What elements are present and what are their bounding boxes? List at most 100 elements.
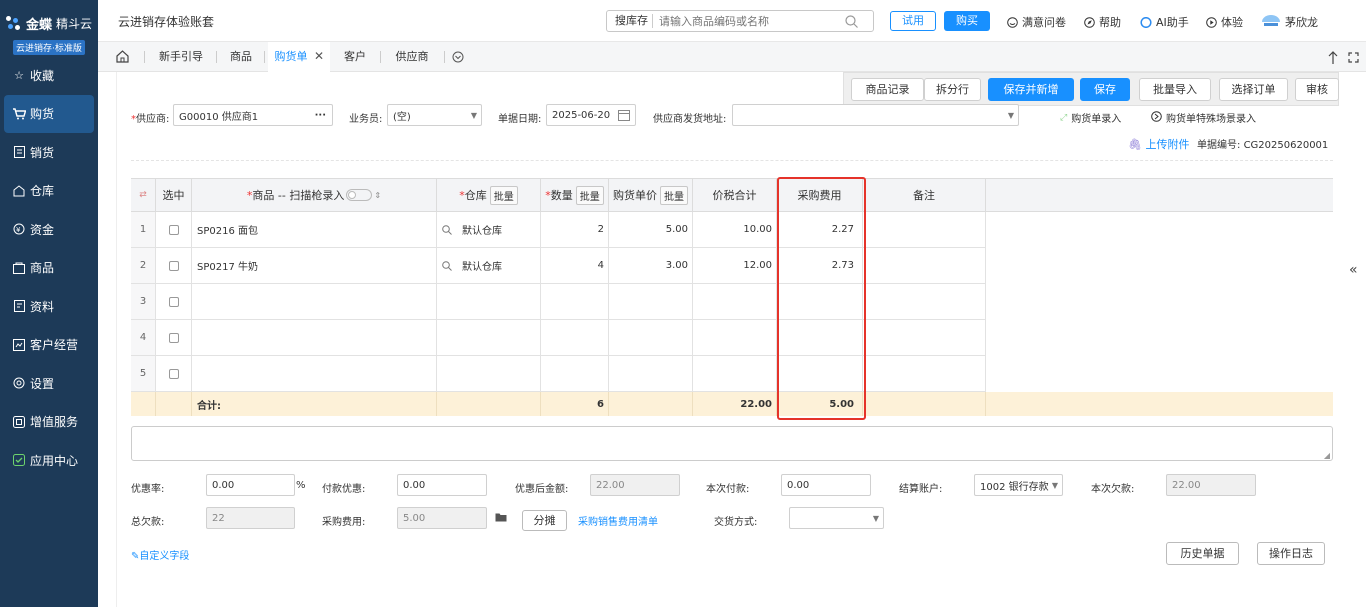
search-type-select[interactable]: 搜库存 xyxy=(607,14,653,28)
cell-goods[interactable]: SP0217 牛奶 xyxy=(192,248,437,284)
delivery-select[interactable]: ▼ xyxy=(789,507,884,529)
upload-attachment-link[interactable]: 🖇 上传附件 xyxy=(1128,136,1189,152)
cell-qty[interactable]: 2 xyxy=(541,212,609,248)
save-and-new-button[interactable]: 保存并新增 xyxy=(988,78,1074,101)
cell-goods[interactable] xyxy=(192,284,437,320)
cell-warehouse[interactable] xyxy=(437,284,541,320)
arrow-up-icon[interactable] xyxy=(1328,51,1338,67)
tab-goods[interactable]: 商品 xyxy=(222,42,260,72)
cell-total[interactable] xyxy=(693,284,777,320)
collapse-icon[interactable]: « xyxy=(1349,262,1358,278)
cell-warehouse[interactable] xyxy=(437,356,541,392)
account-select[interactable]: 1002 银行存款 ▼ xyxy=(974,474,1063,496)
cell-goods[interactable] xyxy=(192,356,437,392)
cell-total[interactable] xyxy=(693,356,777,392)
qty-batch-button[interactable]: 批量 xyxy=(575,185,604,205)
date-field[interactable]: 2025-06-20 xyxy=(546,104,636,126)
row-checkbox[interactable] xyxy=(168,332,179,343)
warehouse-batch-button[interactable]: 批量 xyxy=(489,185,518,205)
search-icon[interactable] xyxy=(442,224,452,235)
cell-goods[interactable]: SP0216 面包 xyxy=(192,212,437,248)
salesman-select[interactable]: (空) ▼ xyxy=(387,104,482,126)
cell-warehouse[interactable]: 默认仓库 xyxy=(437,212,541,248)
oplog-button[interactable]: 操作日志 xyxy=(1257,542,1325,565)
purchase-entry-link[interactable]: ⤢ 购货单录入 xyxy=(1060,110,1121,126)
row-checkbox[interactable] xyxy=(168,296,179,307)
resize-handle-icon[interactable]: ◢ xyxy=(1324,451,1330,460)
cell-goods[interactable] xyxy=(192,320,437,356)
sidebar-item-purchase[interactable]: 购货 xyxy=(4,94,94,133)
cell-qty[interactable]: 4 xyxy=(541,248,609,284)
sidebar-item-sales[interactable]: 销货 xyxy=(0,133,98,172)
cell-blank[interactable] xyxy=(863,284,986,320)
row-settings-header[interactable]: ⇄ xyxy=(131,178,156,212)
tab-customer[interactable]: 客户 xyxy=(336,42,374,72)
cell-blank[interactable] xyxy=(863,356,986,392)
save-button[interactable]: 保存 xyxy=(1080,78,1130,101)
cell-chk[interactable] xyxy=(156,320,192,356)
tab-home[interactable] xyxy=(110,42,134,72)
row-checkbox[interactable] xyxy=(168,260,179,271)
cell-total[interactable] xyxy=(693,320,777,356)
cell-chk[interactable] xyxy=(156,248,192,284)
fullscreen-icon[interactable] xyxy=(1348,52,1359,66)
remark-textarea[interactable]: ◢ xyxy=(131,426,1333,461)
this-pay-field[interactable]: 0.00 xyxy=(781,474,871,496)
row-checkbox[interactable] xyxy=(168,368,179,379)
cell-price[interactable] xyxy=(609,284,693,320)
buy-button[interactable]: 购买 xyxy=(944,11,990,31)
cell-price[interactable]: 3.00 xyxy=(609,248,693,284)
user-menu[interactable]: 茅欣龙 xyxy=(1261,11,1318,30)
sidebar-item-app-center[interactable]: 应用中心 xyxy=(0,441,98,480)
cell-chk[interactable] xyxy=(156,356,192,392)
fee-list-link[interactable]: 采购销售费用清单 xyxy=(578,513,658,528)
survey-link[interactable]: 满意问卷 xyxy=(1007,14,1066,30)
cell-price[interactable] xyxy=(609,320,693,356)
cell-blank[interactable] xyxy=(863,320,986,356)
help-link[interactable]: 帮助 xyxy=(1084,14,1121,30)
sidebar-item-customer[interactable]: 客户经营 xyxy=(0,326,98,365)
ellipsis-icon[interactable]: ··· xyxy=(315,110,326,121)
experience-link[interactable]: 体验 xyxy=(1206,14,1243,30)
row-checkbox[interactable] xyxy=(168,224,179,235)
cell-price[interactable] xyxy=(609,356,693,392)
sidebar-item-value-added[interactable]: 增值服务 xyxy=(0,403,98,442)
tab-supplier[interactable]: 供应商 xyxy=(386,42,438,72)
sidebar-item-warehouse[interactable]: 仓库 xyxy=(0,172,98,211)
tab-guide[interactable]: 新手引导 xyxy=(150,42,212,72)
special-entry-link[interactable]: 购货单特殊场景录入 xyxy=(1151,110,1256,125)
price-batch-button[interactable]: 批量 xyxy=(660,185,688,205)
cell-qty[interactable] xyxy=(541,356,609,392)
trial-button[interactable]: 试用 xyxy=(890,11,936,31)
cell-total[interactable]: 10.00 xyxy=(693,212,777,248)
sidebar-item-favorites[interactable]: ☆ 收藏 xyxy=(0,56,98,95)
address-select[interactable]: ▼ xyxy=(732,104,1019,126)
close-icon[interactable]: ✕ xyxy=(314,49,324,63)
search-icon[interactable] xyxy=(442,260,452,271)
search-input[interactable] xyxy=(653,14,845,28)
cell-qty[interactable] xyxy=(541,320,609,356)
calendar-icon[interactable] xyxy=(618,109,630,124)
discount-rate-field[interactable]: 0.00 xyxy=(206,474,295,496)
scan-toggle[interactable] xyxy=(346,189,373,201)
cell-qty[interactable] xyxy=(541,284,609,320)
ai-assistant-link[interactable]: AI助手 xyxy=(1140,14,1189,30)
sidebar-item-settings[interactable]: 设置 xyxy=(0,364,98,403)
more-tabs-icon[interactable] xyxy=(452,51,464,66)
sidebar-item-funds[interactable]: ¥ 资金 xyxy=(0,210,98,249)
cell-chk[interactable] xyxy=(156,284,192,320)
pay-discount-field[interactable]: 0.00 xyxy=(397,474,487,496)
history-button[interactable]: 历史单据 xyxy=(1166,542,1239,565)
cell-total[interactable]: 12.00 xyxy=(693,248,777,284)
batch-import-button[interactable]: 批量导入 xyxy=(1139,78,1211,101)
select-order-button[interactable]: 选择订单 xyxy=(1219,78,1288,101)
audit-button[interactable]: 审核 xyxy=(1295,78,1339,101)
supplier-field[interactable]: G00010 供应商1 ··· xyxy=(173,104,333,126)
cell-warehouse[interactable] xyxy=(437,320,541,356)
folder-icon[interactable] xyxy=(495,512,507,525)
sidebar-item-data[interactable]: 资料 xyxy=(0,287,98,326)
cell-chk[interactable] xyxy=(156,212,192,248)
cell-blank[interactable] xyxy=(863,248,986,284)
cell-price[interactable]: 5.00 xyxy=(609,212,693,248)
sort-icon[interactable]: ⇕ xyxy=(374,191,381,200)
